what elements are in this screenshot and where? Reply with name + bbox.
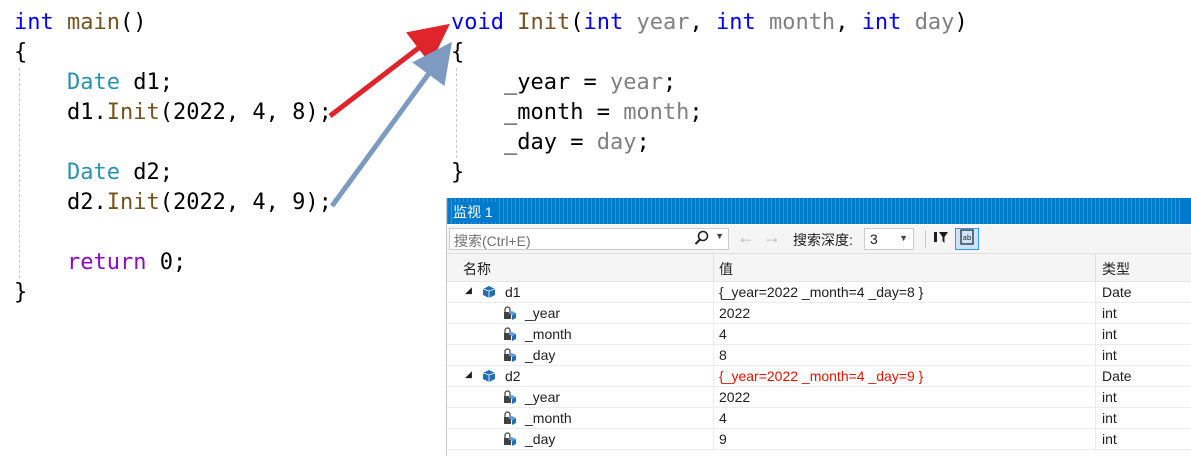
column-divider[interactable] (1095, 254, 1096, 281)
cell-divider (1095, 408, 1096, 429)
watch-field-row[interactable]: _month 4 int (447, 324, 1191, 345)
watch-type-cell: int (1102, 431, 1117, 447)
column-header-type[interactable]: 类型 (1102, 259, 1130, 279)
object-cube-icon (483, 286, 495, 298)
cell-divider (1095, 282, 1096, 303)
watch-type-cell: int (1102, 347, 1117, 363)
watch-value-cell[interactable]: 4 (719, 326, 727, 342)
watch-value-cell[interactable]: 9 (719, 431, 727, 447)
private-field-lock-icon (504, 432, 516, 446)
cell-divider (713, 429, 714, 450)
private-field-lock-icon (504, 390, 516, 404)
object-cube-icon (483, 370, 495, 382)
cell-divider (713, 387, 714, 408)
watch-field-row[interactable]: _day 8 int (447, 345, 1191, 366)
collapse-triangle-icon[interactable]: ◢ (465, 369, 472, 380)
cell-divider (713, 366, 714, 387)
pin-filter-icon[interactable] (931, 229, 951, 249)
cell-divider (713, 408, 714, 429)
watch-field-row[interactable]: _month 4 int (447, 408, 1191, 429)
chevron-down-icon: ▼ (899, 233, 908, 243)
watch-name-cell: _day (525, 431, 556, 447)
cell-divider (1095, 366, 1096, 387)
cell-divider (713, 324, 714, 345)
watch-column-header: 名称 值 类型 (447, 254, 1191, 282)
watch-type-cell: int (1102, 410, 1117, 426)
search-depth-value: 3 (870, 231, 878, 247)
watch-value-cell[interactable]: 2022 (719, 305, 750, 321)
watch-value-cell[interactable]: {_year=2022 _month=4 _day=8 } (719, 284, 923, 300)
watch-field-row[interactable]: _day 9 int (447, 429, 1191, 450)
search-placeholder: 搜索(Ctrl+E) (454, 233, 531, 249)
cell-divider (1095, 345, 1096, 366)
watch-type-cell: Date (1102, 284, 1132, 300)
watch-row-d1[interactable]: ◢ d1 {_year=2022 _month=4 _day=8 } Date (447, 282, 1191, 303)
watch-toolbar: 搜索(Ctrl+E) ▼ ← → 搜索深度: 3 ▼ ab (447, 225, 1191, 254)
hex-display-icon[interactable]: ab (955, 228, 979, 250)
search-icon[interactable] (694, 230, 710, 250)
watch-field-row[interactable]: _year 2022 int (447, 387, 1191, 408)
watch-field-row[interactable]: _year 2022 int (447, 303, 1191, 324)
svg-text:ab: ab (963, 234, 972, 242)
toolbar-divider (925, 230, 926, 248)
cell-divider (1095, 324, 1096, 345)
watch-type-cell: Date (1102, 368, 1132, 384)
private-field-lock-icon (504, 306, 516, 320)
search-previous-arrow-icon[interactable]: ← (737, 227, 755, 248)
watch-value-cell[interactable]: {_year=2022 _month=4 _day=9 } (719, 368, 923, 384)
watch-name-cell: _year (525, 389, 561, 405)
watch-name-cell: d2 (505, 368, 521, 384)
cell-divider (1095, 387, 1096, 408)
watch-titlebar[interactable]: 监视 1 (447, 198, 1191, 224)
watch-window: 监视 1 搜索(Ctrl+E) ▼ ← → 搜索深度: 3 ▼ ab 名称 值 … (446, 198, 1191, 456)
collapse-triangle-icon[interactable]: ◢ (465, 285, 472, 296)
search-depth-label: 搜索深度: (793, 232, 853, 248)
search-options-chevron-down-icon[interactable]: ▼ (715, 231, 724, 241)
watch-name-cell: _day (525, 347, 556, 363)
search-depth-select[interactable]: 3 ▼ (864, 228, 914, 250)
column-divider[interactable] (713, 254, 714, 281)
private-field-lock-icon (504, 411, 516, 425)
watch-name-cell: _month (525, 410, 572, 426)
window-menu-button[interactable] (1182, 198, 1191, 224)
cell-divider (1095, 303, 1096, 324)
column-header-name[interactable]: 名称 (463, 259, 491, 279)
watch-type-cell: int (1102, 389, 1117, 405)
search-input[interactable]: 搜索(Ctrl+E) ▼ (449, 228, 729, 250)
watch-type-cell: int (1102, 305, 1117, 321)
d1-call-arrow (328, 23, 450, 118)
cell-divider (713, 303, 714, 324)
watch-value-cell[interactable]: 8 (719, 347, 727, 363)
private-field-lock-icon (504, 348, 516, 362)
watch-name-cell: _year (525, 305, 561, 321)
watch-value-cell[interactable]: 4 (719, 410, 727, 426)
watch-name-cell: _month (525, 326, 572, 342)
cell-divider (713, 282, 714, 303)
cell-divider (1095, 429, 1096, 450)
watch-value-cell[interactable]: 2022 (719, 389, 750, 405)
watch-name-cell: d1 (505, 284, 521, 300)
cell-divider (713, 345, 714, 366)
watch-row-d2[interactable]: ◢ d2 {_year=2022 _month=4 _day=9 } Date (447, 366, 1191, 387)
watch-type-cell: int (1102, 326, 1117, 342)
search-next-arrow-icon[interactable]: → (763, 227, 781, 248)
private-field-lock-icon (504, 327, 516, 341)
watch-title: 监视 1 (453, 202, 499, 222)
column-header-value[interactable]: 值 (719, 259, 733, 279)
